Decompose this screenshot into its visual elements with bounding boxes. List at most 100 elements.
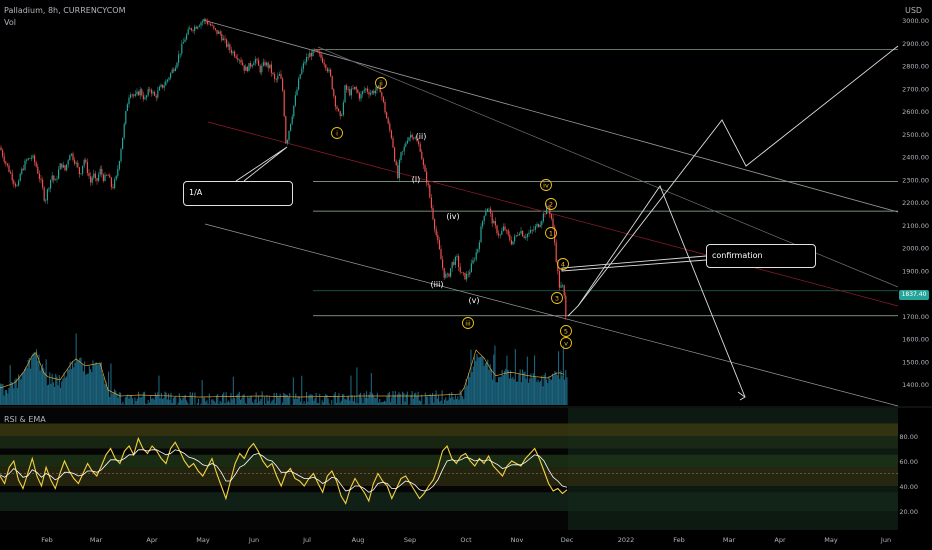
time-tick-label: Apr — [774, 536, 786, 544]
volume-bar — [98, 364, 100, 405]
volume-bar — [148, 402, 150, 405]
volume-bar — [31, 357, 33, 405]
volume-bar — [374, 397, 376, 405]
volume-bar — [274, 403, 276, 405]
volume-bar — [267, 400, 269, 405]
volume-bar — [322, 402, 324, 405]
volume-bar — [67, 369, 69, 405]
volume-bar — [229, 402, 231, 405]
volume-bar — [351, 395, 353, 405]
candle-down — [494, 221, 496, 226]
volume-bar — [554, 371, 556, 405]
candle-down — [490, 208, 492, 214]
volume-bar — [46, 385, 48, 405]
candle-up — [186, 34, 188, 40]
volume-bar — [249, 396, 251, 405]
volume-bar — [183, 395, 185, 405]
volume-bar — [566, 377, 568, 405]
volume-bar — [349, 400, 351, 405]
candle-up — [114, 179, 116, 188]
volume-bar — [180, 398, 182, 405]
candle-down — [355, 86, 357, 90]
volume-bar — [380, 402, 382, 405]
callout-1a[interactable]: 1/A — [183, 181, 293, 206]
volume-bar — [373, 395, 375, 405]
volume-bar — [453, 399, 455, 405]
volume-bar — [111, 393, 113, 405]
volume-bar — [474, 356, 476, 405]
volume-bar — [3, 395, 5, 405]
volume-bar — [56, 376, 58, 405]
volume-bar — [324, 396, 326, 405]
candle-down — [397, 165, 399, 179]
time-tick-label: Sep — [404, 536, 416, 544]
candle-up — [16, 185, 18, 187]
volume-bar — [519, 369, 521, 405]
candle-up — [26, 159, 28, 161]
volume-bar — [385, 401, 387, 405]
candle-down — [110, 177, 112, 188]
candle-up — [178, 54, 180, 63]
chart-svg[interactable]: iii(i)(ii)(iii)(iv)(v)iiiiv21435v 3000.0… — [0, 0, 932, 550]
volume-bar — [75, 333, 77, 405]
candle-down — [270, 64, 272, 73]
rsi-band — [0, 436, 898, 449]
callout-confirmation[interactable]: confirmation — [706, 244, 816, 268]
price-tick-label: 2300.00 — [902, 176, 929, 184]
volume-bar — [276, 392, 278, 405]
volume-label: Vol — [4, 18, 16, 27]
candle-up — [128, 97, 130, 105]
volume-bar — [88, 366, 90, 405]
candle-up — [533, 229, 535, 231]
volume-bar — [450, 397, 452, 405]
candle-up — [306, 57, 308, 62]
volume-bar — [66, 376, 68, 405]
candle-down — [418, 141, 420, 145]
volume-bar — [547, 383, 549, 405]
wave-label: 3 — [555, 294, 559, 302]
candle-down — [427, 183, 429, 186]
volume-bar — [112, 392, 114, 405]
candle-down — [14, 183, 16, 187]
volume-bar — [492, 379, 494, 405]
candle-up — [144, 97, 146, 100]
candle-down — [523, 236, 525, 239]
volume-bar — [550, 379, 552, 405]
volume-bar — [208, 393, 210, 405]
volume-bar — [488, 369, 490, 405]
wave-label: iv — [543, 181, 549, 189]
candle-up — [536, 224, 538, 227]
volume-bar — [400, 404, 402, 405]
volume-bar — [140, 397, 142, 405]
volume-bar — [549, 379, 551, 405]
candle-down — [381, 92, 383, 97]
volume-bar — [356, 367, 358, 405]
candle-down — [282, 78, 284, 91]
candle-up — [93, 173, 95, 178]
volume-bar — [526, 356, 528, 405]
volume-bar — [256, 402, 258, 405]
candle-down — [555, 242, 557, 262]
volume-bar — [451, 392, 453, 405]
volume-bar — [194, 392, 196, 405]
volume-bar — [270, 403, 272, 405]
volume-bar — [284, 393, 286, 405]
price-tick-label: 2900.00 — [902, 40, 929, 48]
candle-down — [419, 144, 421, 152]
candle-up — [182, 42, 184, 44]
wave-label: 4 — [561, 260, 565, 268]
candle-up — [67, 160, 69, 165]
candle-up — [530, 230, 532, 233]
candle-down — [334, 96, 336, 107]
volume-bar — [477, 357, 479, 405]
volume-bar — [538, 382, 540, 405]
candle-down — [162, 84, 164, 88]
candle-down — [149, 89, 151, 90]
candle-down — [195, 26, 197, 29]
volume-bar — [80, 357, 82, 405]
candle-up — [27, 158, 29, 160]
volume-bar — [104, 384, 106, 405]
volume-bar — [240, 399, 242, 405]
volume-bar — [178, 393, 180, 405]
volume-bar — [259, 401, 261, 405]
